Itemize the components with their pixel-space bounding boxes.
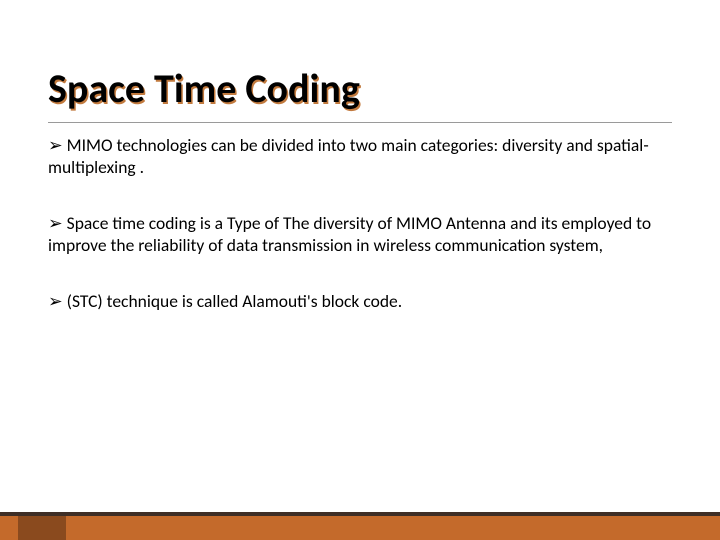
list-item: ➢MIMO technologies can be divided into t… xyxy=(48,135,672,179)
bullet-icon: ➢ xyxy=(48,290,63,312)
slide-title-text: Space Time Coding xyxy=(48,68,360,110)
footer-accent-block xyxy=(18,516,66,540)
slide-body: ➢MIMO technologies can be divided into t… xyxy=(48,135,672,346)
bullet-text: (STC) technique is called Alamouti's blo… xyxy=(67,290,402,312)
footer-bar xyxy=(0,516,720,540)
title-underline xyxy=(48,122,672,123)
bullet-icon: ➢ xyxy=(48,134,63,156)
slide: Space Time Coding Space Time Coding ➢MIM… xyxy=(0,0,720,540)
slide-title: Space Time Coding Space Time Coding xyxy=(48,68,360,110)
bullet-icon: ➢ xyxy=(48,212,63,234)
bullet-text: Space time coding is a Type of The diver… xyxy=(48,212,651,256)
list-item: ➢Space time coding is a Type of The dive… xyxy=(48,213,672,257)
bullet-text: MIMO technologies can be divided into tw… xyxy=(48,134,649,178)
list-item: ➢(STC) technique is called Alamouti's bl… xyxy=(48,291,672,313)
